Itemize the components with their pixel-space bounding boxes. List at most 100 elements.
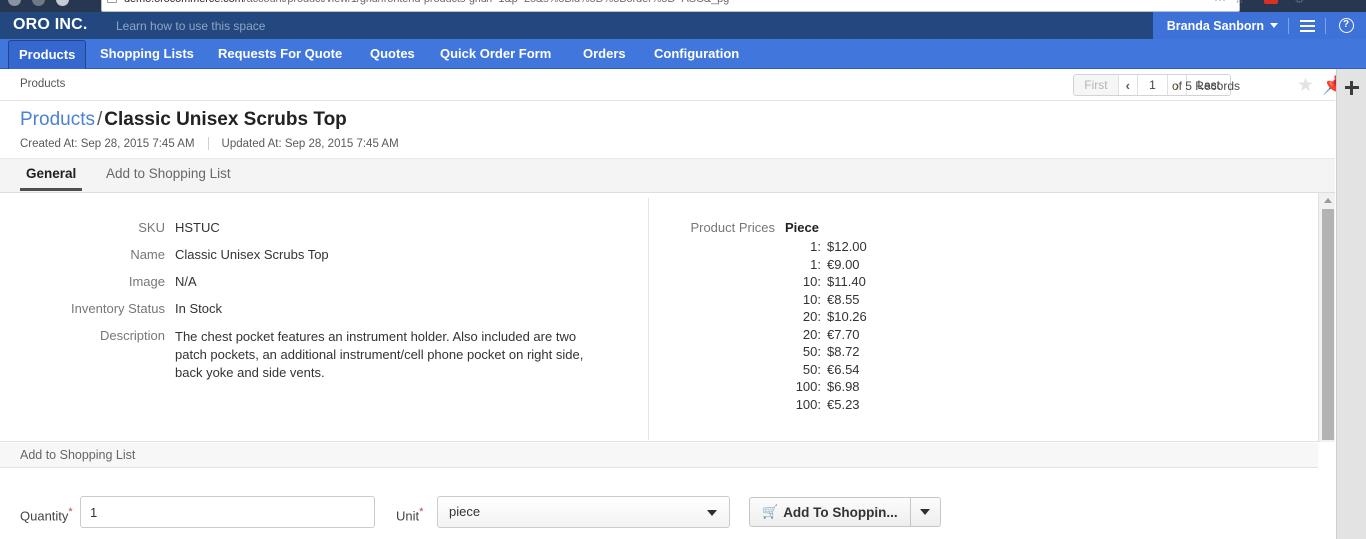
right-side-panel	[1336, 69, 1366, 539]
price-value: €8.55	[827, 291, 860, 307]
nav-item-products[interactable]: Products	[8, 40, 87, 69]
price-value: $11.40	[827, 274, 866, 289]
forward-icon[interactable]	[32, 0, 45, 6]
brand-logo[interactable]: ORO INC.	[13, 16, 88, 34]
price-qty: 20:	[802, 309, 821, 324]
user-name-label[interactable]: Branda Sanborn	[1153, 19, 1270, 33]
extension-plug-icon[interactable]: ⚙	[1294, 0, 1308, 6]
price-row: 100: €5.23	[785, 396, 945, 414]
price-row: 10: €8.55	[785, 291, 945, 309]
price-list: 1: $12.00 1: €9.00 10: $11.40 10: €8.55 20: $…	[785, 238, 945, 413]
extension-red-icon[interactable]	[1264, 0, 1278, 4]
add-to-shopping-list-header: Add to Shopping List	[0, 443, 1318, 468]
records-count-label: of 5 Records	[1171, 79, 1240, 93]
price-row: 1: $12.00	[785, 238, 945, 256]
field-label-sku: SKU	[138, 220, 165, 235]
field-row-sku: SKU HSTUC	[0, 220, 640, 235]
price-qty: 1:	[810, 256, 821, 272]
bookmark-icon[interactable]: ☆	[1234, 0, 1248, 6]
chevron-down-icon[interactable]	[1270, 23, 1278, 28]
back-icon[interactable]	[8, 0, 21, 6]
content-scrollbar[interactable]	[1318, 193, 1335, 442]
created-at-label: Created At: Sep 28, 2015 7:45 AM	[20, 137, 195, 150]
url-host: demo.orocommerce.com	[124, 0, 244, 5]
add-to-shopping-list-dropdown-button[interactable]	[910, 497, 941, 527]
price-value: $10.26	[827, 309, 867, 324]
page-title-parent-link[interactable]: Products	[20, 109, 95, 130]
add-to-shopping-list-button[interactable]: 🛒 Add To Shoppin...	[749, 497, 911, 527]
page-title: Products / Classic Unisex Scrubs Top	[20, 109, 347, 131]
scrollbar-thumb[interactable]	[1322, 209, 1334, 440]
site-info-icon[interactable]	[107, 0, 117, 3]
nav-item-requests-for-quote[interactable]: Requests For Quote	[208, 39, 352, 69]
updated-at-label: Updated At: Sep 28, 2015 7:45 AM	[221, 137, 399, 150]
column-divider	[648, 198, 649, 440]
field-row-inventory-status: Inventory Status In Stock	[0, 301, 640, 316]
add-to-shopping-list-button-group: 🛒 Add To Shoppin...	[749, 497, 941, 527]
price-qty: 50:	[802, 344, 821, 359]
unit-select[interactable]: piece	[437, 496, 730, 528]
field-value-description: The chest pocket features an instrument …	[175, 329, 584, 380]
price-value: $6.98	[827, 379, 860, 394]
price-row: 10: $11.40	[785, 273, 945, 291]
tab-add-to-shopping-list[interactable]: Add to Shopping List	[100, 166, 237, 188]
nav-item-configuration[interactable]: Configuration	[644, 39, 749, 69]
pagination-page-input[interactable]: 1	[1137, 75, 1168, 95]
price-row: 20: $10.26	[785, 308, 945, 326]
page-title-text: Classic Unisex Scrubs Top	[104, 109, 347, 130]
help-icon[interactable]: ?	[1326, 12, 1366, 39]
required-marker: *	[68, 506, 73, 518]
field-label-name: Name	[130, 247, 165, 262]
pagination-prev-button[interactable]: ‹	[1118, 75, 1138, 95]
unit-label-text: Unit	[396, 508, 420, 524]
price-row: 1: €9.00	[785, 256, 945, 274]
price-row: 100: $6.98	[785, 378, 945, 396]
price-qty: 100:	[795, 379, 821, 394]
page-meta: Created At: Sep 28, 2015 7:45 AM Updated…	[20, 137, 399, 150]
price-value: €9.00	[827, 256, 860, 272]
add-to-shopping-list-button-label: Add To Shoppin...	[783, 504, 898, 520]
quantity-input[interactable]	[80, 496, 375, 528]
header-tagline: Learn how to use this space	[116, 19, 266, 33]
user-menu-area: Branda Sanborn ?	[1152, 12, 1366, 39]
field-value-sku: HSTUC	[175, 220, 220, 235]
field-value-image: N/A	[175, 274, 197, 289]
unit-select-value: piece	[449, 504, 481, 519]
nav-item-shopping-lists[interactable]: Shopping Lists	[90, 39, 204, 69]
price-value: $8.72	[827, 344, 860, 359]
required-marker: *	[419, 506, 424, 518]
menu-icon[interactable]: ···	[1214, 0, 1228, 6]
cart-icon: 🛒	[762, 504, 779, 519]
pagination-first-button[interactable]: First	[1074, 75, 1119, 95]
chevron-down-icon	[920, 509, 931, 515]
nav-item-quotes[interactable]: Quotes	[360, 39, 425, 69]
price-row: 20: €7.70	[785, 326, 945, 344]
price-qty: 100:	[795, 396, 821, 412]
app-root: demo.orocommerce.com/account/product/vie…	[0, 0, 1366, 539]
nav-item-orders[interactable]: Orders	[573, 39, 636, 69]
price-qty: 50:	[802, 361, 821, 377]
scroll-up-button[interactable]	[1319, 193, 1336, 207]
tab-bar: General Add to Shopping List	[0, 159, 1335, 193]
main-navigation: Products Shopping Lists Requests For Quo…	[0, 39, 1366, 69]
price-row: 50: $8.72	[785, 343, 945, 361]
url-path: /account/product/view/1/grid/frontend-pr…	[244, 0, 736, 5]
field-row-description: Description The chest pocket features an…	[0, 328, 640, 382]
address-bar[interactable]: demo.orocommerce.com/account/product/vie…	[101, 0, 1240, 12]
field-row-image: Image N/A	[0, 274, 640, 289]
nav-item-quick-order-form[interactable]: Quick Order Form	[430, 39, 561, 69]
price-unit-label: Piece	[785, 220, 819, 235]
tab-general[interactable]: General	[20, 166, 83, 191]
price-qty: 1:	[810, 239, 821, 254]
reload-icon[interactable]	[56, 0, 69, 6]
chevron-down-icon[interactable]	[707, 510, 717, 516]
hamburger-icon[interactable]	[1289, 12, 1325, 39]
field-row-name: Name Classic Unisex Scrubs Top	[0, 247, 640, 262]
breadcrumb[interactable]: Products	[20, 78, 65, 90]
star-icon[interactable]: ★	[1297, 76, 1314, 95]
plus-icon[interactable]	[1345, 81, 1359, 95]
unit-label: Unit*	[396, 506, 423, 523]
breadcrumb-bar: Products First ‹ 1 › Last	[0, 69, 1335, 101]
price-qty: 20:	[802, 326, 821, 342]
field-value-inventory-status: In Stock	[175, 301, 222, 316]
